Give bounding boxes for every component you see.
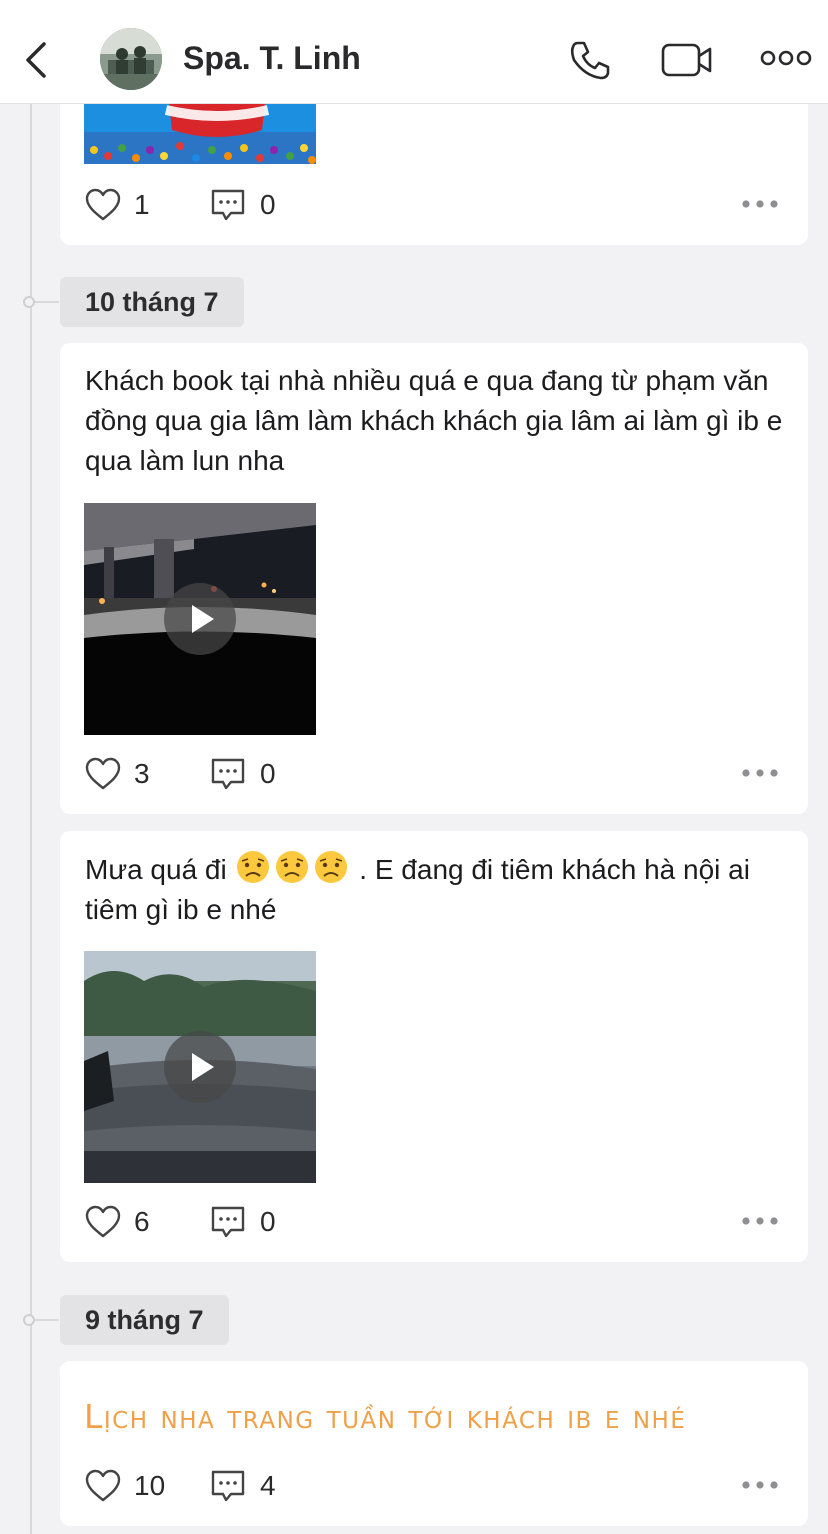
chevron-left-icon[interactable] xyxy=(20,40,52,80)
play-icon[interactable] xyxy=(164,1031,236,1103)
like-count: 6 xyxy=(134,1206,150,1237)
like-count: 10 xyxy=(134,1470,166,1501)
more-horizontal-icon[interactable] xyxy=(740,1478,780,1492)
more-horizontal-icon[interactable] xyxy=(740,766,780,780)
timeline-connector xyxy=(35,1319,59,1321)
more-horizontal-icon[interactable] xyxy=(740,1214,780,1228)
timeline-dot xyxy=(23,296,35,308)
video-camera-icon[interactable] xyxy=(660,38,714,82)
post-text-part: Mưa quá đi xyxy=(85,854,235,885)
post-actions: 3 0 xyxy=(84,756,784,796)
heart-icon[interactable] xyxy=(84,1468,122,1504)
post-styled-text: Lịch nha trang tuần tới khách ib e nhé xyxy=(84,1397,687,1436)
like-count: 1 xyxy=(134,189,150,220)
top-nav-bar: Spa. T. Linh xyxy=(0,0,828,104)
post-text: Khách book tại nhà nhiều quá e qua đang … xyxy=(85,365,783,476)
comment-icon[interactable] xyxy=(210,187,246,223)
date-chip: 9 tháng 7 xyxy=(60,1295,229,1345)
phone-icon[interactable] xyxy=(568,38,612,82)
post-video[interactable] xyxy=(84,503,316,735)
sad-face-emoji-icon xyxy=(314,851,347,883)
comment-icon[interactable] xyxy=(210,756,246,792)
sad-face-emoji-icon xyxy=(236,851,269,883)
like-count: 3 xyxy=(134,758,150,789)
comment-icon[interactable] xyxy=(210,1204,246,1240)
timeline-dot xyxy=(23,1314,35,1326)
date-chip: 10 tháng 7 xyxy=(60,277,244,327)
post-video[interactable] xyxy=(84,951,316,1183)
comment-count: 4 xyxy=(260,1470,276,1501)
post-card: Khách book tại nhà nhiều quá e qua đang … xyxy=(60,343,808,814)
post-actions: 1 0 xyxy=(84,187,784,227)
comment-count: 0 xyxy=(260,1206,276,1237)
more-horizontal-icon[interactable] xyxy=(760,48,812,68)
heart-icon[interactable] xyxy=(84,756,122,792)
comment-icon[interactable] xyxy=(210,1468,246,1504)
post-card: Mưa quá đi . E đang đi tiêm khách hà nội… xyxy=(60,831,808,1262)
post-actions: 6 0 xyxy=(84,1204,784,1244)
heart-icon[interactable] xyxy=(84,187,122,223)
heart-icon[interactable] xyxy=(84,1204,122,1240)
page-title: Spa. T. Linh xyxy=(183,40,361,76)
timeline-connector xyxy=(35,301,59,303)
play-icon[interactable] xyxy=(164,583,236,655)
post-card: Lịch nha trang tuần tới khách ib e nhé 1… xyxy=(60,1361,808,1526)
post-text: Mưa quá đi . E đang đi tiêm khách hà nội… xyxy=(85,849,790,930)
post-actions: 10 4 xyxy=(84,1468,784,1508)
avatar[interactable] xyxy=(100,28,162,90)
more-horizontal-icon[interactable] xyxy=(740,197,780,211)
sad-face-emoji-icon xyxy=(275,851,308,883)
comment-count: 0 xyxy=(260,758,276,789)
comment-count: 0 xyxy=(260,189,276,220)
